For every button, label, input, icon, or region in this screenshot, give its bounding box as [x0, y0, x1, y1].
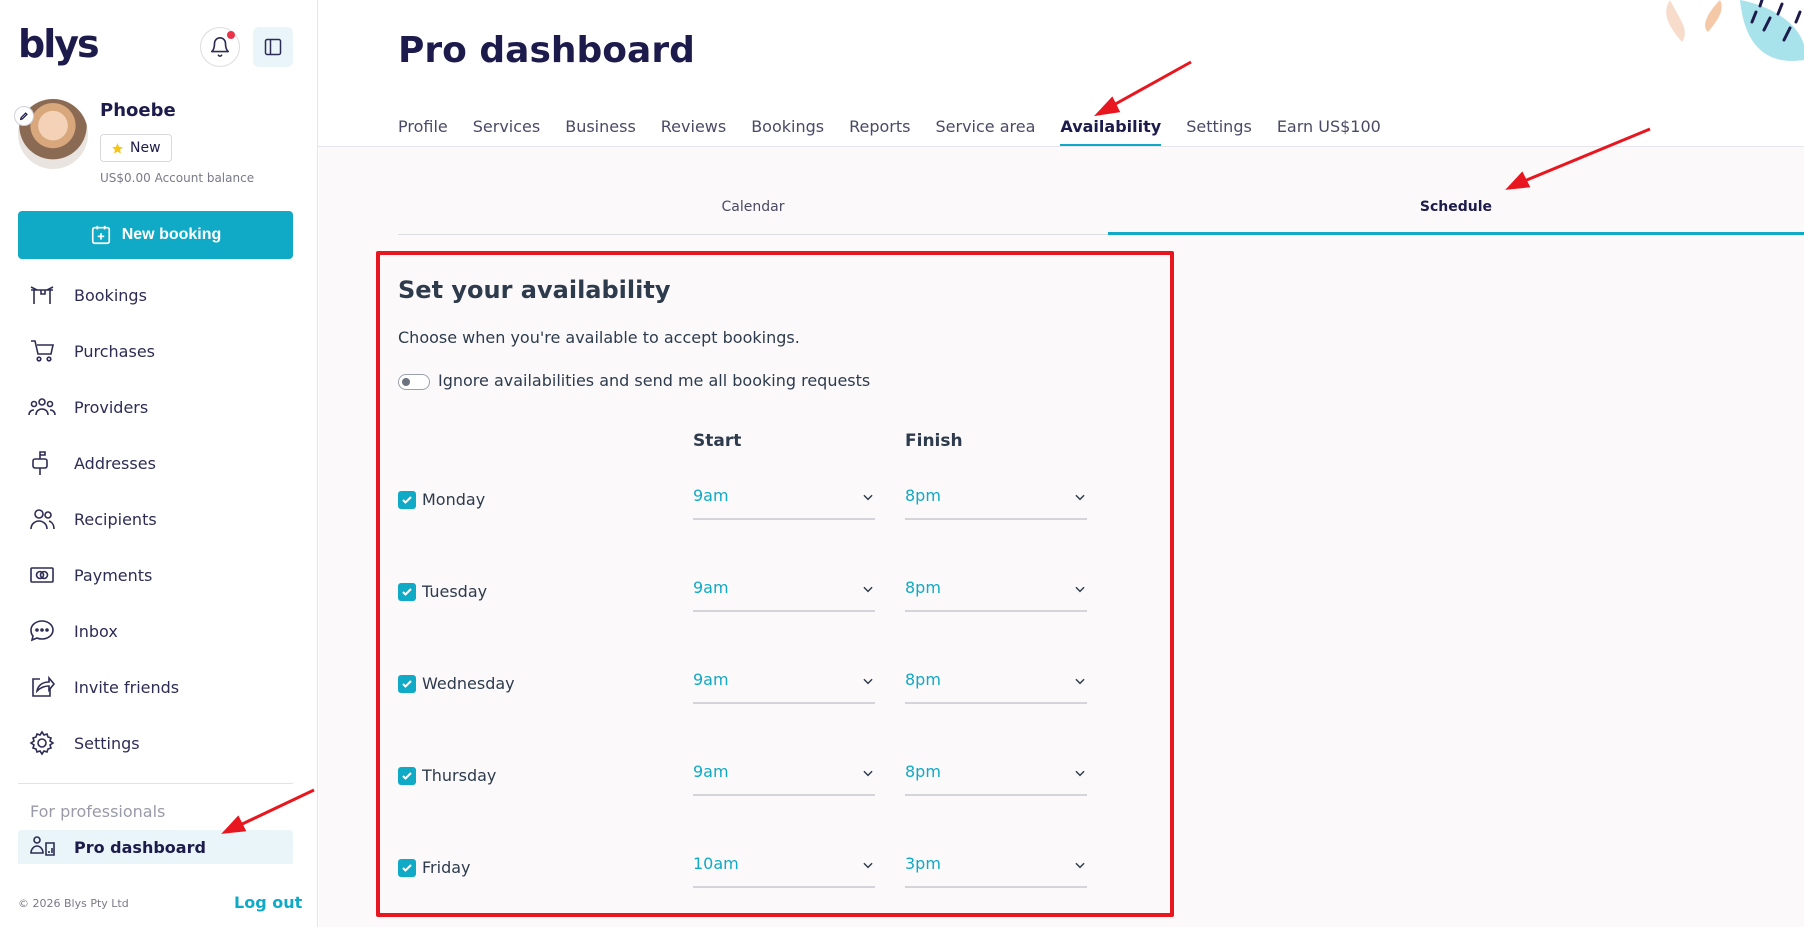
sidebar-item-invite-friends[interactable]: Invite friends	[18, 659, 293, 715]
tab-profile[interactable]: Profile	[398, 117, 448, 147]
subtab-active-indicator	[1108, 232, 1804, 235]
new-booking-label: New booking	[121, 226, 222, 243]
user-name: Phoebe	[100, 100, 176, 121]
sidebar-panel-icon	[264, 38, 282, 56]
share-icon	[32, 675, 56, 697]
account-balance: US$0.00 Account balance	[100, 171, 255, 185]
cart-icon	[31, 340, 54, 362]
tab-business[interactable]: Business	[565, 117, 636, 147]
sidebar-item-label: Providers	[74, 397, 149, 417]
sidebar-item-providers[interactable]: Providers	[18, 379, 293, 435]
app-root: blys Phoebe New US$0.00 Account balance	[0, 0, 1804, 927]
arrowhead-availability	[1093, 96, 1121, 117]
logout-link[interactable]: Log out	[234, 893, 302, 912]
calendar-plus-icon	[91, 225, 110, 245]
tab-earn[interactable]: Earn US$100	[1277, 117, 1381, 147]
user-status-badge: New	[100, 134, 172, 162]
bell-icon	[210, 37, 230, 57]
subtab-calendar[interactable]: Calendar	[398, 199, 1108, 215]
toggle-sidebar-button[interactable]	[253, 27, 293, 67]
arrow-to-availability-tab	[1109, 60, 1192, 109]
sidebar-item-inbox[interactable]: Inbox	[18, 603, 293, 659]
tab-services[interactable]: Services	[473, 117, 540, 147]
sidebar-item-label: Payments	[74, 565, 153, 585]
for-professionals-label: For professionals	[30, 802, 166, 821]
recipients-icon	[30, 509, 55, 530]
sidebar-item-label: Bookings	[74, 285, 147, 305]
main-tabs: Profile Services Business Reviews Bookin…	[398, 117, 1381, 147]
tabs-divider	[318, 146, 1804, 147]
pencil-icon	[19, 112, 28, 121]
sidebar-item-label: Addresses	[74, 453, 156, 473]
sidebar: blys Phoebe New US$0.00 Account balance	[0, 0, 318, 927]
notification-dot	[227, 31, 235, 39]
sidebar-item-recipients[interactable]: Recipients	[18, 491, 293, 547]
sidebar-item-label: Invite friends	[74, 677, 180, 697]
sidebar-item-label: Inbox	[74, 621, 118, 641]
sidebar-item-bookings[interactable]: Bookings	[18, 267, 293, 323]
edit-avatar-button[interactable]	[14, 106, 34, 126]
providers-icon	[28, 398, 56, 416]
mailbox-icon	[32, 451, 48, 475]
sidebar-item-settings[interactable]: Settings	[18, 715, 293, 771]
gear-icon	[29, 730, 55, 756]
new-booking-button[interactable]: New booking	[18, 211, 293, 259]
sidebar-item-label: Settings	[74, 733, 140, 753]
annotation-highlight-box	[376, 251, 1174, 917]
sidebar-item-purchases[interactable]: Purchases	[18, 323, 293, 379]
tab-service-area[interactable]: Service area	[935, 117, 1035, 147]
bookings-icon	[30, 286, 54, 304]
sidebar-item-pro-dashboard[interactable]: Pro dashboard	[18, 830, 293, 864]
sidebar-item-payments[interactable]: Payments	[18, 547, 293, 603]
payments-icon	[30, 567, 54, 583]
tab-reviews[interactable]: Reviews	[661, 117, 726, 147]
page-title: Pro dashboard	[398, 30, 695, 71]
pro-dashboard-icon	[30, 836, 55, 856]
star-icon	[112, 142, 123, 154]
tab-bookings[interactable]: Bookings	[751, 117, 824, 147]
chat-icon	[30, 620, 54, 642]
tab-settings[interactable]: Settings	[1186, 117, 1252, 147]
sidebar-item-label: Purchases	[74, 341, 155, 361]
tab-reports[interactable]: Reports	[849, 117, 910, 147]
copyright-text: © 2026 Blys Pty Ltd	[18, 897, 129, 910]
user-badge-label: New	[130, 140, 161, 156]
sidebar-nav: Bookings Purchases Providers Addresses R…	[18, 267, 293, 771]
subtab-schedule[interactable]: Schedule	[1108, 199, 1804, 215]
sidebar-item-label: Recipients	[74, 509, 157, 529]
sidebar-divider	[18, 783, 293, 784]
decorative-leaves-graphic	[1666, 0, 1804, 61]
tab-availability[interactable]: Availability	[1060, 117, 1162, 147]
sidebar-item-label: Pro dashboard	[74, 837, 206, 857]
notifications-button[interactable]	[200, 27, 240, 67]
blys-logo[interactable]: blys	[18, 22, 100, 66]
sidebar-item-addresses[interactable]: Addresses	[18, 435, 293, 491]
